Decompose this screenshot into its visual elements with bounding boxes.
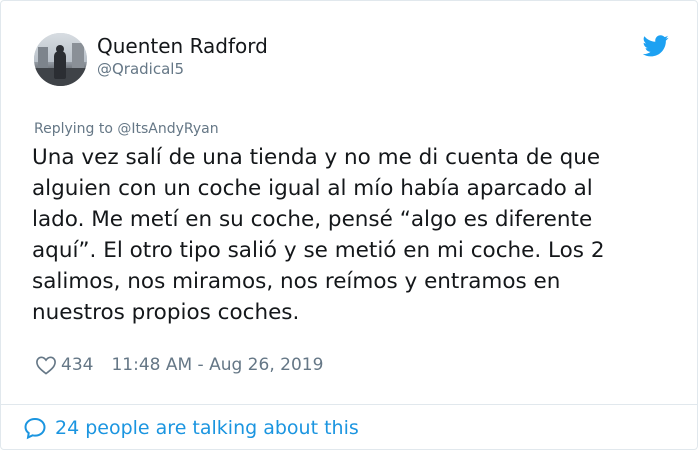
conversation-link[interactable]: 24 people are talking about this	[23, 414, 359, 442]
author-name[interactable]: Quenten Radford	[97, 34, 268, 58]
speech-bubble-icon	[24, 417, 46, 440]
twitter-bird-icon[interactable]	[643, 35, 669, 57]
tweet-card: Quenten Radford @Qradical5 Replying to @…	[0, 0, 698, 450]
timestamp[interactable]: 11:48 AM - Aug 26, 2019	[111, 355, 323, 375]
avatar[interactable]	[34, 33, 87, 86]
replying-to[interactable]: Replying to @ItsAndyRyan	[34, 121, 219, 137]
like-count[interactable]: 434	[61, 355, 93, 375]
tweet-text: Una vez salí de una tienda y no me di cu…	[32, 145, 605, 325]
conversation-count-text[interactable]: 24 people are talking about this	[55, 417, 359, 439]
tweet-meta: 434 11:48 AM - Aug 26, 2019	[35, 353, 323, 377]
heart-icon[interactable]	[35, 355, 57, 375]
author-handle[interactable]: @Qradical5	[97, 60, 184, 78]
divider	[1, 404, 697, 405]
